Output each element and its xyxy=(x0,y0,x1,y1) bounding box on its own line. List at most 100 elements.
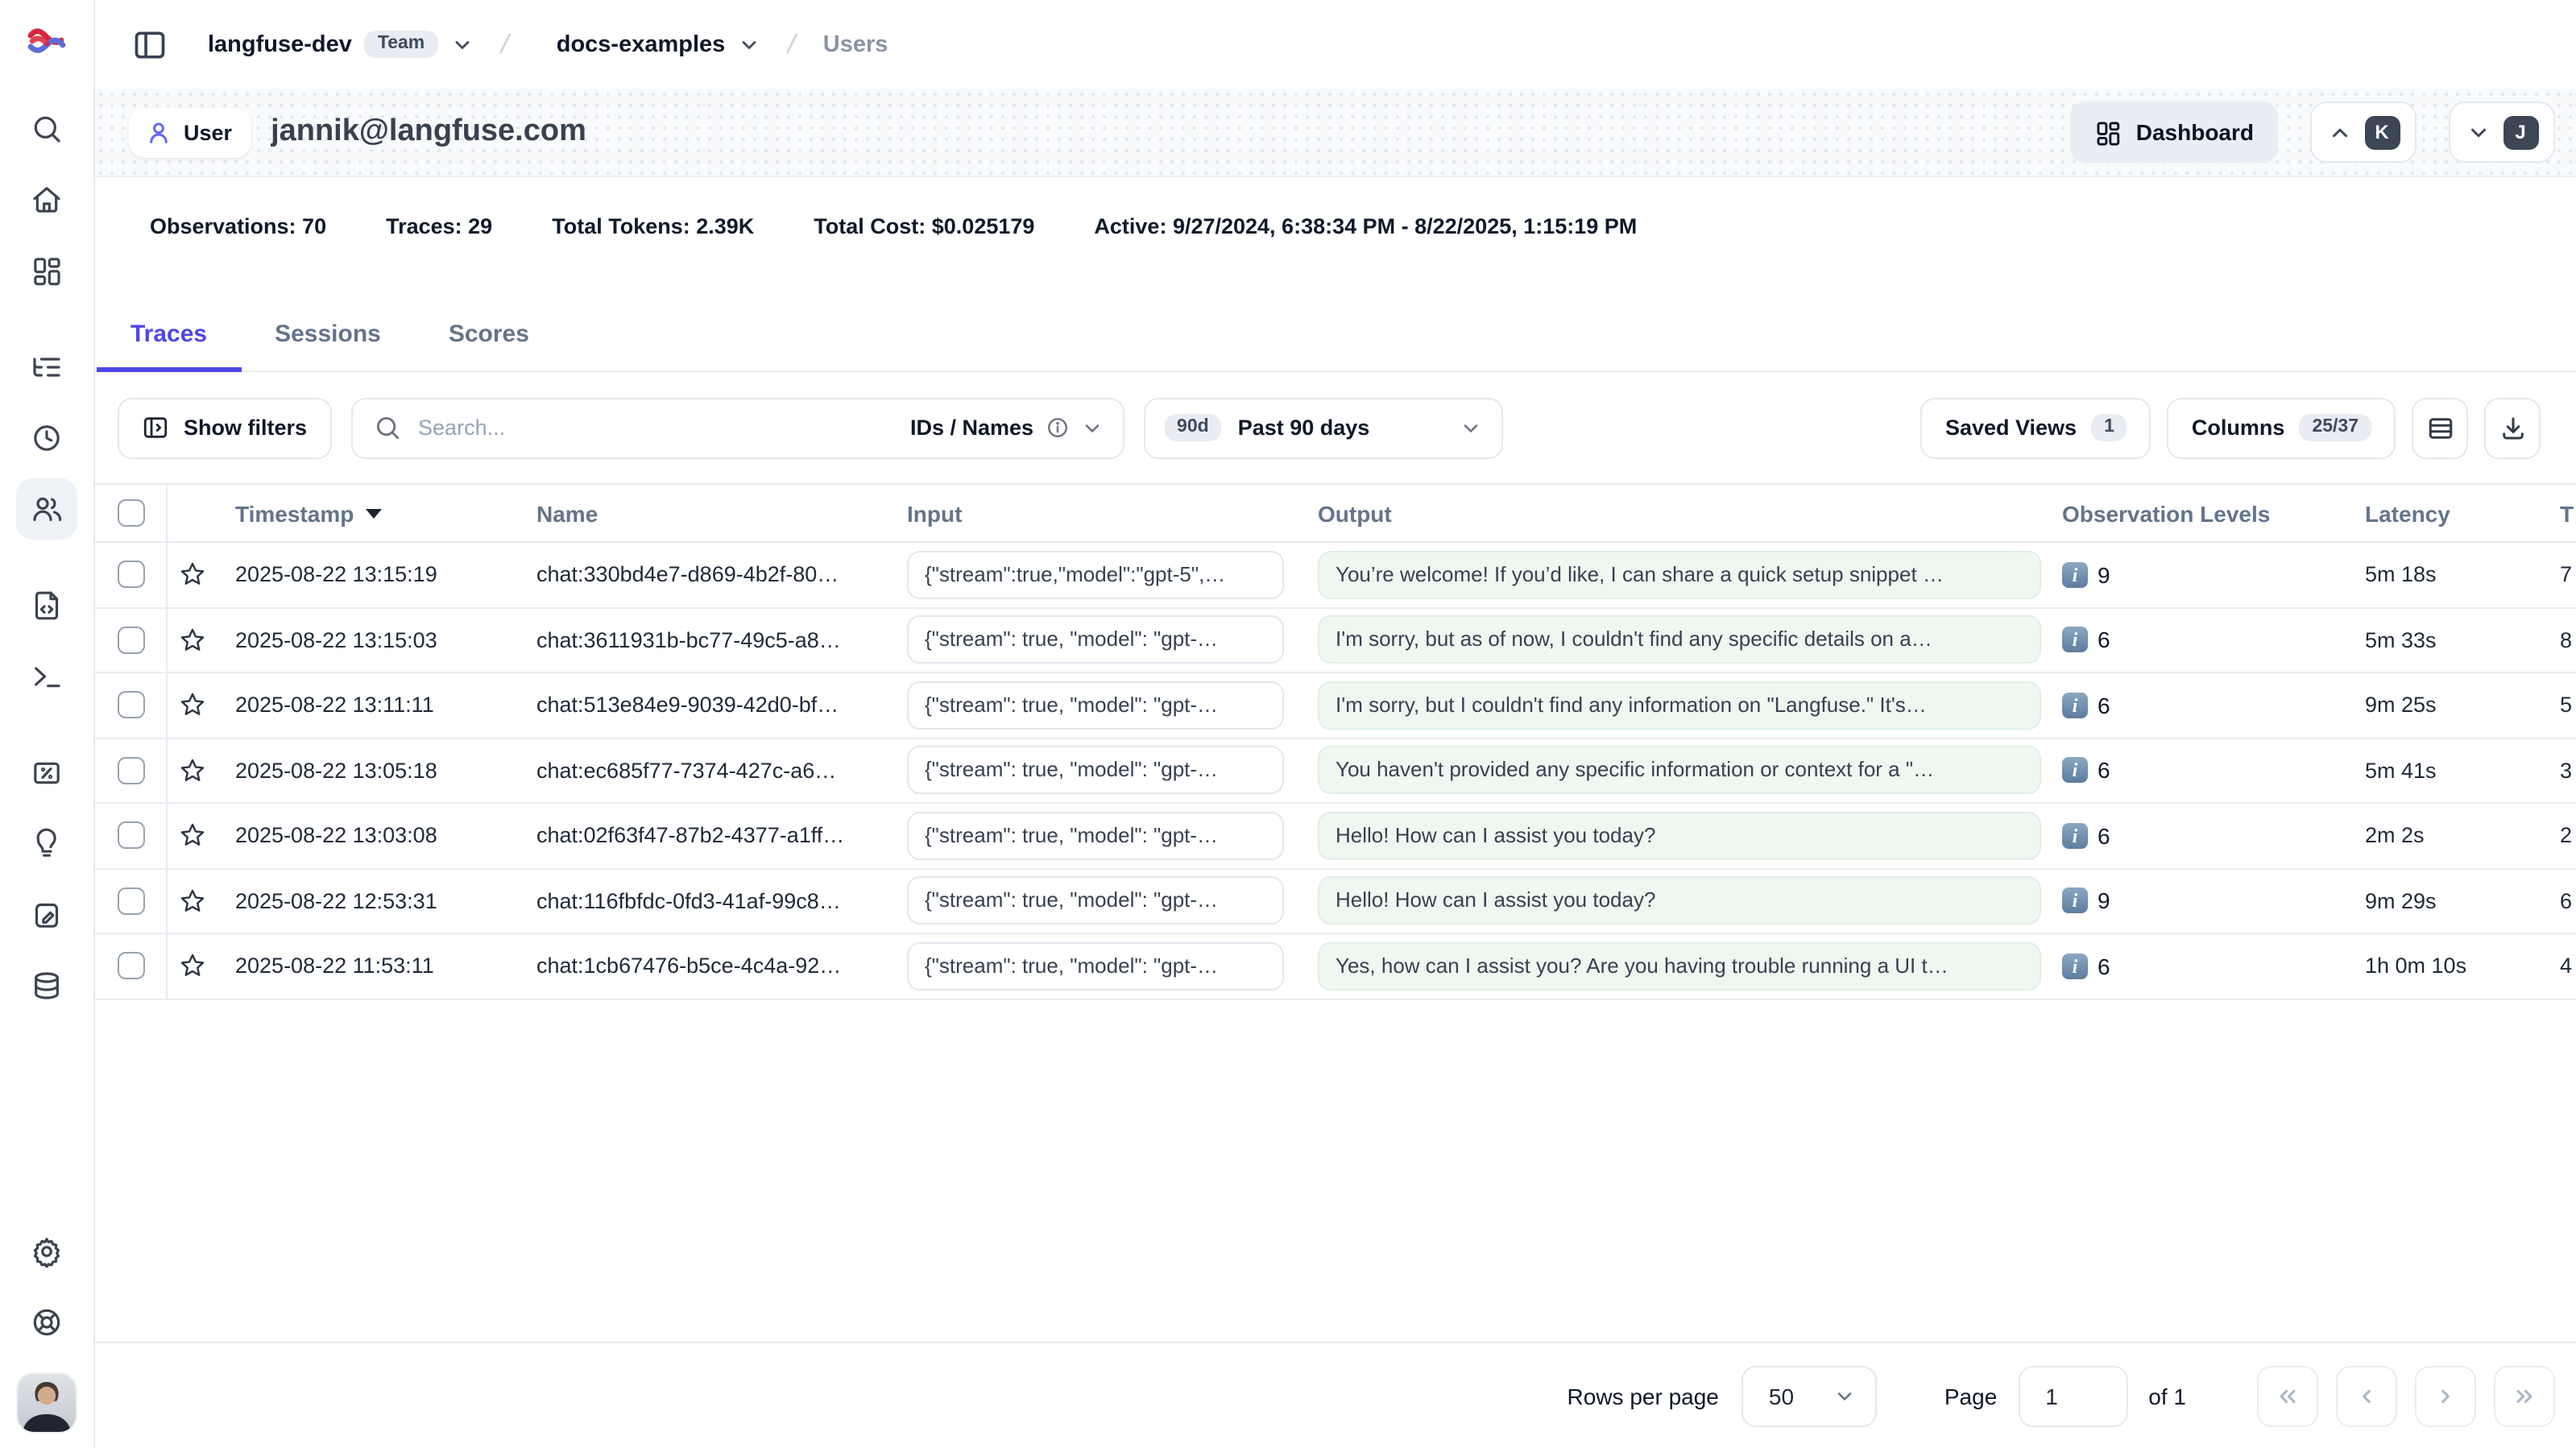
timestamp-cell: 2025-08-22 11:53:11 xyxy=(217,954,536,978)
table-row[interactable]: 2025-08-22 13:11:11 chat:513e84e9-9039-4… xyxy=(95,673,2576,738)
output-preview: I'm sorry, but I couldn't find any infor… xyxy=(1318,681,2041,730)
row-checkbox[interactable] xyxy=(117,822,144,850)
star-icon[interactable] xyxy=(179,822,206,850)
observation-count: 9 xyxy=(2098,562,2110,588)
timestamp-cell: 2025-08-22 13:03:08 xyxy=(217,824,536,848)
tokens-cell: 7 xyxy=(2557,563,2576,587)
sidebar-item-annotation[interactable] xyxy=(16,884,77,945)
latency-cell: 1h 0m 10s xyxy=(2365,954,2557,978)
header-observation-levels[interactable]: Observation Levels xyxy=(2062,500,2365,526)
observation-count: 9 xyxy=(2098,888,2110,914)
date-range-selector[interactable]: 90d Past 90 days xyxy=(1143,397,1502,458)
row-checkbox[interactable] xyxy=(117,627,144,654)
star-icon[interactable] xyxy=(179,692,206,719)
observation-count: 6 xyxy=(2098,758,2110,784)
columns-button[interactable]: Columns 25/37 xyxy=(2168,397,2396,458)
sidebar-item-search[interactable] xyxy=(16,98,77,159)
traces-table: Timestamp Name Input Output Observation … xyxy=(95,483,2576,1448)
row-checkbox[interactable] xyxy=(117,692,144,719)
rows-per-page-select[interactable]: 50 xyxy=(1741,1365,1877,1426)
user-avatar[interactable] xyxy=(18,1374,76,1432)
project-selector[interactable]: langfuse-dev Team xyxy=(208,31,473,59)
file-code-icon xyxy=(31,590,63,622)
row-checkbox[interactable] xyxy=(117,757,144,784)
sidebar-item-prompts[interactable] xyxy=(16,575,77,636)
page-input[interactable] xyxy=(2018,1365,2127,1426)
observation-count: 6 xyxy=(2098,693,2110,718)
sidebar-item-playground[interactable] xyxy=(16,646,77,707)
output-preview: I'm sorry, but as of now, I couldn't fin… xyxy=(1318,616,2041,664)
star-icon[interactable] xyxy=(179,953,206,980)
export-button[interactable] xyxy=(2484,397,2541,458)
stat-observations: Observations: 70 xyxy=(150,213,326,238)
row-checkbox[interactable] xyxy=(117,561,144,589)
dashboard-grid-icon xyxy=(2094,118,2122,146)
breadcrumb: langfuse-dev Team / docs-examples / User… xyxy=(95,0,2576,89)
info-level-icon: i xyxy=(2062,954,2088,979)
search-input[interactable] xyxy=(415,414,896,441)
shortcut-key-k: K xyxy=(2364,115,2400,149)
header-input[interactable]: Input xyxy=(907,500,1318,526)
star-icon[interactable] xyxy=(179,561,206,589)
header-timestamp[interactable]: Timestamp xyxy=(217,500,536,526)
tab-traces[interactable]: Traces xyxy=(97,321,241,370)
observation-count: 6 xyxy=(2098,954,2110,979)
table-row[interactable]: 2025-08-22 12:53:31 chat:116fbfdc-0fd3-4… xyxy=(95,869,2576,934)
tokens-cell: 3 xyxy=(2557,759,2576,783)
users-icon xyxy=(31,493,63,525)
database-icon xyxy=(31,970,63,1002)
observation-count: 6 xyxy=(2098,627,2110,653)
saved-views-label: Saved Views xyxy=(1945,416,2077,440)
next-item-button[interactable]: J xyxy=(2449,101,2555,163)
sidebar-item-users[interactable] xyxy=(16,478,77,540)
timestamp-cell: 2025-08-22 13:15:03 xyxy=(217,628,536,652)
select-all-checkbox[interactable] xyxy=(117,499,144,527)
header-tokens[interactable]: T xyxy=(2557,500,2576,526)
row-checkbox[interactable] xyxy=(117,953,144,980)
star-icon[interactable] xyxy=(179,887,206,915)
sort-desc-icon xyxy=(365,508,381,518)
sidebar-toggle-icon[interactable] xyxy=(129,23,171,65)
show-filters-button[interactable]: Show filters xyxy=(118,397,331,458)
sidebar-item-insights[interactable] xyxy=(16,813,77,875)
row-checkbox[interactable] xyxy=(117,887,144,915)
header-output[interactable]: Output xyxy=(1318,500,2062,526)
row-height-button[interactable] xyxy=(2412,397,2468,458)
environment-selector[interactable]: docs-examples xyxy=(557,31,761,57)
latency-cell: 5m 41s xyxy=(2365,759,2557,783)
star-icon[interactable] xyxy=(179,757,206,784)
sidebar-item-dashboards[interactable] xyxy=(16,240,77,301)
saved-views-button[interactable]: Saved Views 1 xyxy=(1921,397,2151,458)
date-range-badge: 90d xyxy=(1164,414,1222,442)
langfuse-logo-icon[interactable] xyxy=(14,10,79,77)
table-row[interactable]: 2025-08-22 13:05:18 chat:ec685f77-7374-4… xyxy=(95,738,2576,804)
first-page-button[interactable] xyxy=(2257,1365,2318,1426)
table-row[interactable]: 2025-08-22 13:03:08 chat:02f63f47-87b2-4… xyxy=(95,804,2576,869)
star-icon[interactable] xyxy=(179,627,206,654)
next-page-button[interactable] xyxy=(2415,1365,2476,1426)
sidebar-item-evaluation[interactable] xyxy=(16,743,77,804)
search-scope-selector[interactable]: IDs / Names xyxy=(910,416,1103,440)
dashboard-button[interactable]: Dashboard xyxy=(2070,101,2278,163)
table-row[interactable]: 2025-08-22 13:15:19 chat:330bd4e7-d869-4… xyxy=(95,543,2576,608)
header-latency[interactable]: Latency xyxy=(2365,500,2557,526)
sidebar-item-sessions[interactable] xyxy=(16,408,77,469)
table-row[interactable]: 2025-08-22 13:15:03 chat:3611931b-bc77-4… xyxy=(95,608,2576,673)
dashboard-grid-icon xyxy=(31,254,63,287)
sidebar-item-datasets[interactable] xyxy=(16,955,77,1016)
tab-sessions[interactable]: Sessions xyxy=(241,321,415,370)
previous-item-button[interactable]: K xyxy=(2310,101,2417,163)
chevron-down-icon xyxy=(1459,416,1481,439)
sidebar-item-settings[interactable] xyxy=(16,1221,77,1282)
input-preview: {"stream":true,"model":"gpt-5",… xyxy=(907,551,1284,599)
sidebar-item-tracing[interactable] xyxy=(16,337,77,398)
header-name[interactable]: Name xyxy=(536,500,907,526)
observation-count: 6 xyxy=(2098,823,2110,849)
sidebar-item-support[interactable] xyxy=(16,1292,77,1353)
tab-scores[interactable]: Scores xyxy=(415,321,563,370)
table-row[interactable]: 2025-08-22 11:53:11 chat:1cb67476-b5ce-4… xyxy=(95,934,2576,999)
last-page-button[interactable] xyxy=(2494,1365,2555,1426)
previous-page-button[interactable] xyxy=(2336,1365,2397,1426)
sidebar-item-home[interactable] xyxy=(16,169,77,230)
stat-traces: Traces: 29 xyxy=(386,213,492,238)
